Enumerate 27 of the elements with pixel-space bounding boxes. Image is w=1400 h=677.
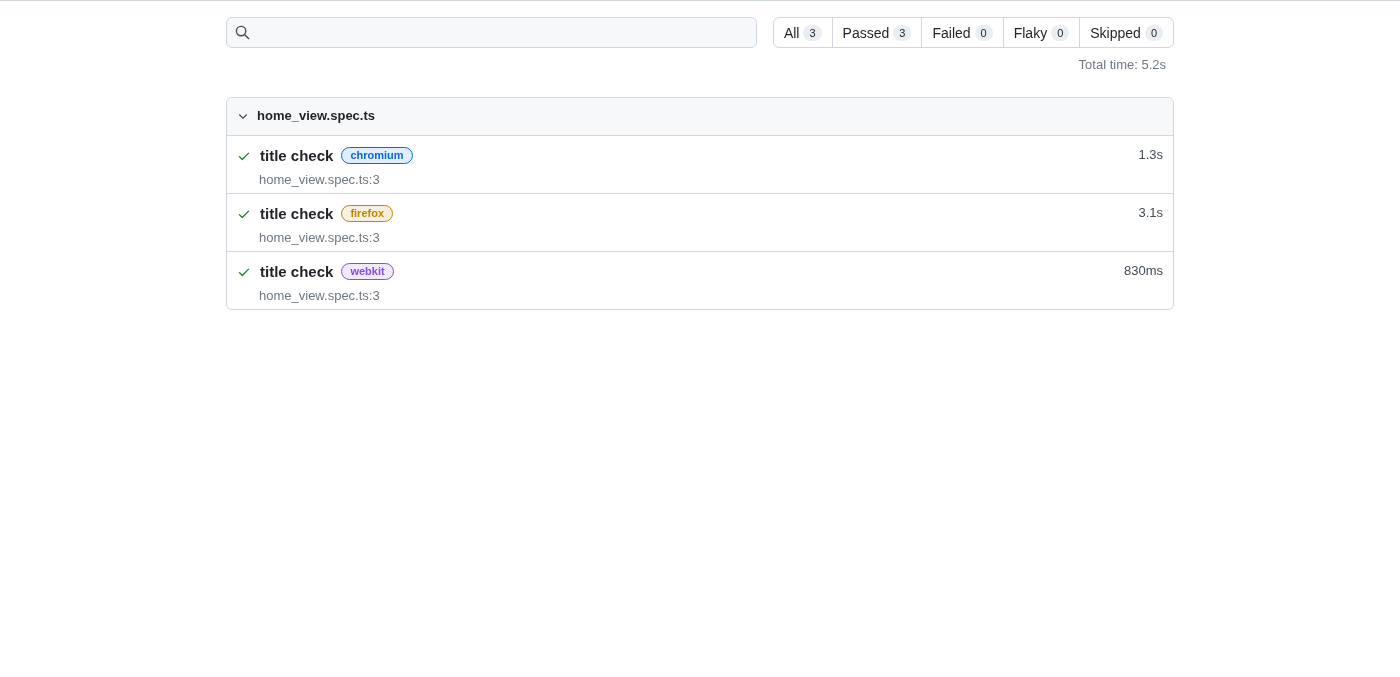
total-time: Total time: 5.2s <box>1078 56 1166 74</box>
filter-tab[interactable]: Flaky 0 <box>1002 18 1080 47</box>
test-title[interactable]: title check <box>260 202 334 225</box>
test-location: home_view.spec.ts:3 <box>259 229 380 247</box>
test-location: home_view.spec.ts:3 <box>259 171 380 189</box>
filter-tab[interactable]: Skipped 0 <box>1079 18 1173 47</box>
test-title[interactable]: title check <box>260 260 334 283</box>
count-badge: 0 <box>1051 24 1070 41</box>
search-field[interactable] <box>226 17 757 48</box>
count-badge: 3 <box>803 24 822 41</box>
count-badge: 0 <box>1144 24 1163 41</box>
test-duration: 830ms <box>1123 261 1163 280</box>
test-duration: 1.3s <box>1138 145 1163 164</box>
test-location: home_view.spec.ts:3 <box>259 287 380 305</box>
project-tag: chromium <box>341 147 413 165</box>
file-name: home_view.spec.ts <box>257 107 375 126</box>
project-tag: firefox <box>341 205 393 223</box>
test-title[interactable]: title check <box>260 144 334 167</box>
filter-tab[interactable]: Passed 3 <box>831 18 922 47</box>
project-tag: webkit <box>341 263 394 281</box>
file-header[interactable]: home_view.spec.ts <box>227 97 1173 135</box>
test-duration: 3.1s <box>1138 203 1163 222</box>
count-badge: 0 <box>974 24 993 41</box>
filter-tab[interactable]: Failed 0 <box>921 18 1003 47</box>
count-badge: 3 <box>893 24 912 41</box>
search-icon <box>235 25 250 40</box>
filter-tab[interactable]: All 3 <box>773 18 832 47</box>
